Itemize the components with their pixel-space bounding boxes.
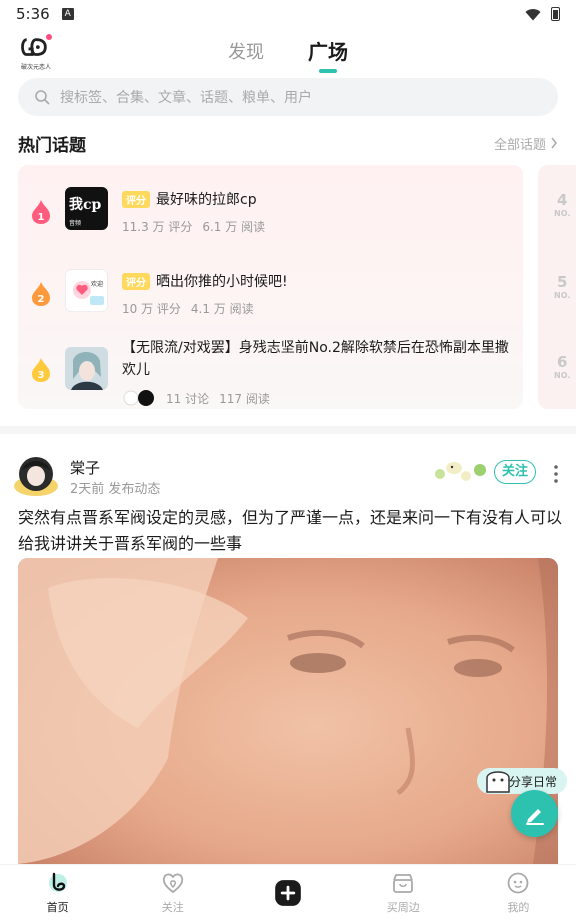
share-daily-button[interactable]: 分享日常: [477, 768, 567, 794]
rank-6: 6 NO.: [554, 353, 571, 380]
search-placeholder: 搜标签、合集、文章、话题、粮单、用户: [60, 90, 312, 106]
nav-create[interactable]: [230, 865, 345, 920]
top-header: 发现 广场 破次元恋人: [0, 28, 576, 74]
tab-discover[interactable]: 发现: [228, 28, 264, 74]
search-icon: [35, 90, 50, 105]
app-logo[interactable]: 破次元恋人: [16, 34, 56, 71]
post-header: 棠子 2天前 发布动态 关注: [0, 446, 576, 502]
nav-follow[interactable]: 关注: [115, 865, 230, 920]
section-divider: [0, 426, 576, 434]
compose-button[interactable]: [511, 790, 558, 837]
post-image[interactable]: [18, 558, 558, 864]
topic-read-count: 117 阅读: [219, 391, 270, 406]
nav-shop[interactable]: 买周边: [346, 865, 461, 920]
tab-square[interactable]: 广场: [308, 28, 348, 74]
topic-title: 最好味的拉郎cp: [156, 192, 257, 208]
smile-icon: [508, 872, 529, 894]
nav-home[interactable]: 首页: [0, 865, 115, 920]
decoration-badge-icon: [435, 462, 486, 481]
topic-discuss-count: 11 讨论: [166, 391, 210, 406]
plus-icon: [275, 880, 301, 906]
status-time: 5:36: [16, 5, 50, 23]
topic-read-count: 4.1 万 阅读: [190, 302, 254, 316]
topic-read-count: 6.1 万 阅读: [202, 220, 266, 234]
logo-dot: [46, 34, 52, 40]
svg-text:音频: 音频: [69, 219, 81, 227]
avatar[interactable]: [12, 452, 60, 498]
all-topics-link[interactable]: 全部话题: [494, 134, 558, 153]
svg-text:我cp: 我cp: [69, 197, 102, 213]
rating-badge: 评分: [122, 272, 150, 290]
flame-rank-icon: 1: [32, 200, 50, 224]
home-icon: [48, 872, 67, 892]
nav-mine[interactable]: 我的: [461, 865, 576, 920]
topic-rating-count: 11.3 万 评分: [122, 220, 193, 234]
flame-rank-icon: 2: [32, 282, 50, 306]
status-bar: 5:36 A: [0, 0, 576, 28]
share-daily-label: 分享日常: [508, 774, 557, 789]
wifi-icon: [525, 8, 541, 20]
battery-icon: [551, 7, 560, 21]
notification-a-icon: A: [61, 8, 74, 20]
hot-topics-card: 1 我cp 音频 评分 最好味的拉郎cp 11.3 万 评分 6.1 万 阅读 …: [18, 165, 523, 409]
nav-mine-label: 我的: [507, 901, 530, 914]
nav-home-label: 首页: [46, 901, 69, 914]
chevron-right-icon: [551, 137, 557, 149]
rank-4: 4 NO.: [554, 191, 571, 218]
tab-active-indicator: [319, 69, 337, 73]
all-topics-label: 全部话题: [493, 137, 546, 153]
participant-avatars: [122, 389, 156, 407]
post-content[interactable]: 突然有点晋系军阀设定的灵感，但为了严谨一点，还是来问一下有没有人可以给我讲讲关于…: [18, 505, 563, 557]
mascot-icon: [486, 771, 510, 793]
hot-topics-title: 热门话题: [18, 135, 86, 156]
bottom-nav: 首页 关注 买周边 我的: [0, 864, 576, 920]
nav-follow-label: 关注: [161, 901, 184, 914]
hot-topics-header: 热门话题 全部话题: [18, 130, 558, 156]
post-time: 2天前 发布动态: [70, 482, 161, 497]
rank-5: 5 NO.: [554, 273, 571, 300]
svg-text:2: 2: [38, 294, 45, 305]
search-bar[interactable]: 搜标签、合集、文章、话题、粮单、用户: [18, 78, 558, 116]
topic-thumbnail: 我cp 音频: [65, 187, 108, 230]
topic-title: 【无限流/对戏罢】身残志坚前No.2解除软禁后在恐怖副本里撒欢儿: [122, 340, 509, 378]
svg-text:3: 3: [38, 370, 45, 381]
topic-row[interactable]: 3 【无限流/对戏罢】身残志坚前No.2解除软禁后在恐怖副本里撒欢儿 11 讨论…: [18, 337, 523, 407]
svg-text:欢迎: 欢迎: [91, 280, 103, 288]
topic-thumbnail: 欢迎: [65, 269, 108, 312]
flame-rank-icon: 3: [32, 358, 50, 382]
more-options-icon[interactable]: [552, 464, 560, 484]
topic-thumbnail: [65, 347, 108, 390]
pen-icon: [525, 808, 544, 825]
rating-badge: 评分: [122, 190, 150, 208]
hot-topics-card-next[interactable]: 4 NO. 5 NO. 6 NO.: [538, 165, 576, 409]
topic-row[interactable]: 2 欢迎 评分 晒出你推的小时候吧! 10 万 评分 4.1 万 阅读: [18, 265, 523, 325]
topic-row[interactable]: 1 我cp 音频 评分 最好味的拉郎cp 11.3 万 评分 6.1 万 阅读: [18, 183, 523, 243]
logo-text: 破次元恋人: [20, 64, 51, 71]
top-tabs: 发现 广场: [0, 28, 576, 74]
shop-icon: [393, 874, 414, 893]
topic-title: 晒出你推的小时候吧!: [156, 274, 288, 290]
topic-rating-count: 10 万 评分: [122, 302, 181, 316]
svg-text:1: 1: [38, 212, 45, 223]
follow-button[interactable]: 关注: [494, 460, 536, 484]
post-author[interactable]: 棠子: [70, 457, 100, 478]
nav-shop-label: 买周边: [386, 901, 420, 914]
heart-icon: [162, 873, 183, 894]
